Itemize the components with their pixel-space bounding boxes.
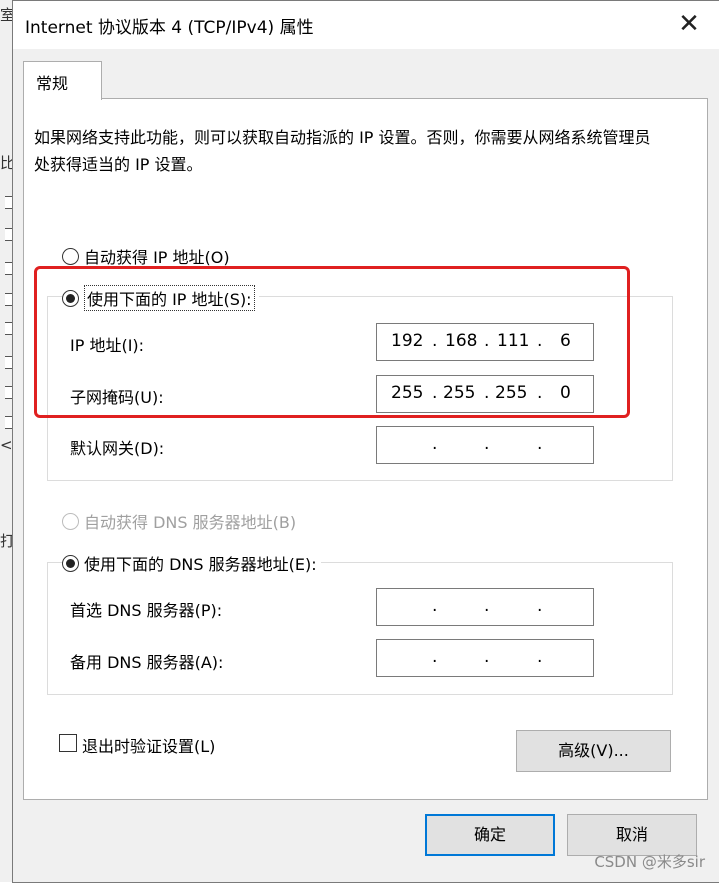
title-bar: Internet 协议版本 4 (TCP/IPv4) 属性 ✕ [13, 1, 719, 49]
octet-separator: . [484, 647, 490, 667]
manual-dns-radio[interactable] [62, 554, 79, 572]
octet-separator: . [432, 596, 438, 616]
watermark: CSDN @米多sir [594, 853, 705, 871]
tab-general[interactable]: 常规 [23, 61, 102, 100]
window-title: Internet 协议版本 4 (TCP/IPv4) 属性 [25, 18, 314, 38]
close-icon[interactable]: ✕ [671, 7, 707, 41]
octet-separator: . [484, 596, 490, 616]
alternate-dns-input[interactable]: . . . [376, 639, 594, 677]
preferred-dns-label: 首选 DNS 服务器(P): [70, 601, 223, 620]
highlight-annotation-box [34, 266, 630, 418]
octet-separator: . [432, 434, 438, 454]
auto-ip-radio[interactable] [62, 247, 79, 265]
octet-separator: . [537, 434, 543, 454]
validate-on-exit-label: 退出时验证设置(L) [82, 737, 216, 756]
manual-dns-option[interactable]: 使用下面的 DNS 服务器地址(E): [62, 551, 321, 575]
validate-on-exit-checkbox[interactable] [59, 734, 77, 752]
default-gateway-label: 默认网关(D): [70, 439, 165, 458]
auto-ip-option[interactable]: 自动获得 IP 地址(O) [62, 244, 234, 268]
default-gateway-input[interactable]: . . . [376, 426, 594, 464]
octet-separator: . [432, 647, 438, 667]
background-scroll-arrow: < [0, 436, 13, 454]
preferred-dns-input[interactable]: . . . [376, 588, 594, 626]
intro-text: 如果网络支持此功能，则可以获取自动指派的 IP 设置。否则，你需要从网络系统管理… [34, 128, 651, 174]
octet-separator: . [537, 647, 543, 667]
manual-dns-label: 使用下面的 DNS 服务器地址(E): [84, 555, 317, 574]
auto-dns-option: 自动获得 DNS 服务器地址(B) [62, 509, 301, 533]
alternate-dns-label: 备用 DNS 服务器(A): [70, 653, 224, 672]
octet-separator: . [537, 596, 543, 616]
octet-separator: . [484, 434, 490, 454]
auto-dns-label: 自动获得 DNS 服务器地址(B) [84, 513, 297, 532]
tab-general-label: 常规 [36, 74, 69, 93]
ok-button[interactable]: 确定 [425, 814, 555, 856]
advanced-button[interactable]: 高级(V)... [516, 730, 671, 772]
auto-ip-label: 自动获得 IP 地址(O) [84, 248, 230, 267]
auto-dns-radio [62, 512, 79, 530]
cancel-button[interactable]: 取消 [567, 814, 697, 856]
